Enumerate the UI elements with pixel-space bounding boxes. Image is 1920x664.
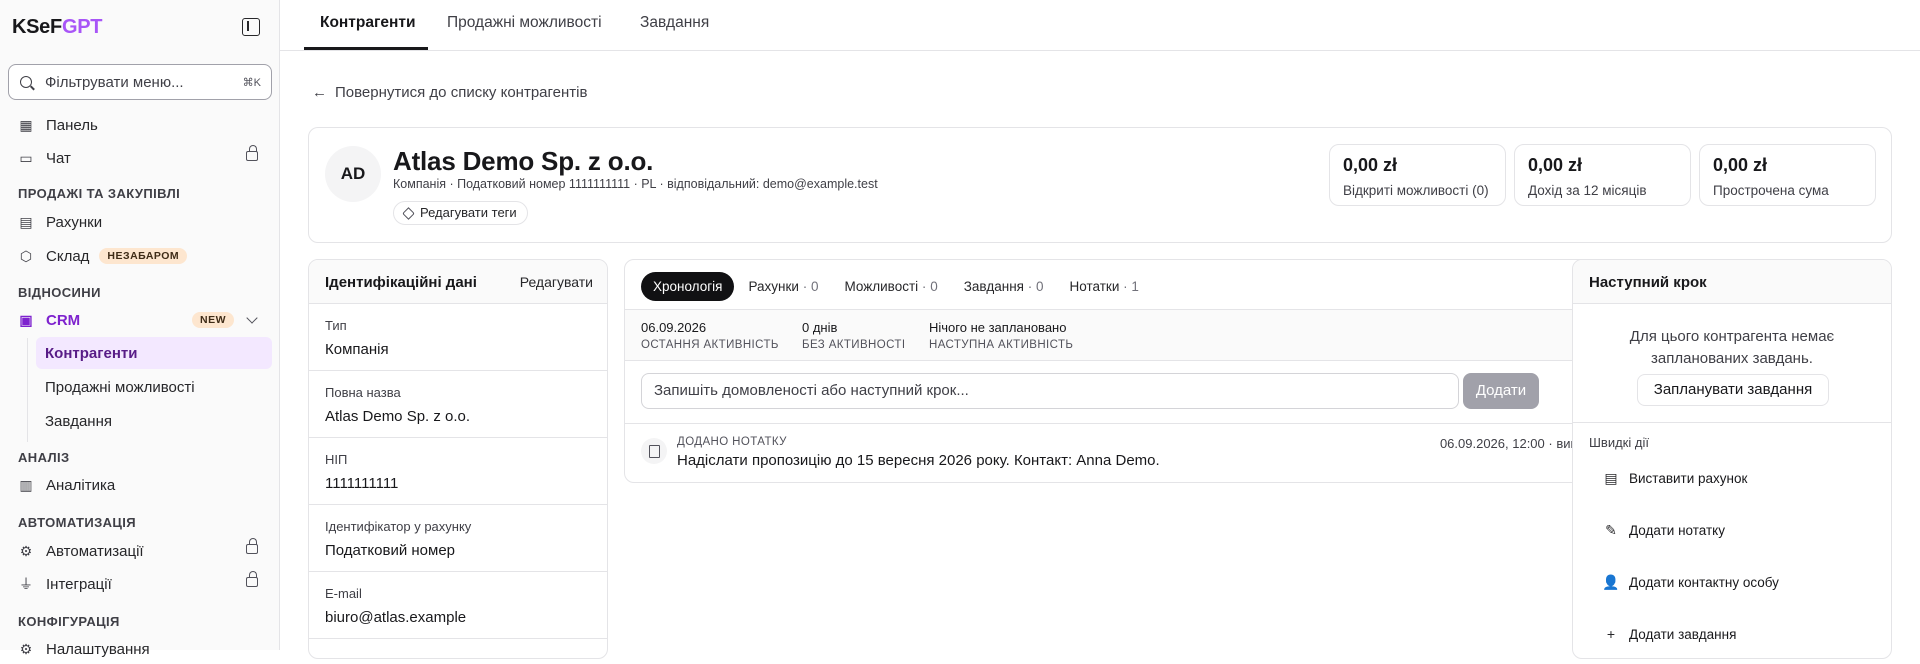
field-nip: НІП 1111111111 [309, 438, 607, 505]
next-activity: Нічого не заплановано НАСТУПНА АКТИВНІСТ… [929, 320, 1074, 351]
entry-kind: ДОДАНО НОТАТКУ [677, 436, 787, 448]
identity-card: Ідентифікаційні дані Редагувати Тип Комп… [308, 259, 608, 659]
shortcut-hint: ⌘K [242, 77, 261, 89]
pencil-icon: ✎ [1605, 521, 1617, 538]
add-user-icon: 👤 [1602, 573, 1620, 590]
section-label-relations: ВІДНОСИНИ [18, 285, 101, 300]
days-inactive: 0 днів БЕЗ АКТИВНОСТІ [802, 320, 906, 351]
last-activity: 06.09.2026 ОСТАННЯ АКТИВНІСТЬ [641, 320, 779, 351]
sidebar-item-integrations[interactable]: ⏚ Інтеграції [10, 569, 272, 599]
contractor-meta: Компанія · Податковий номер 1111111111 ·… [393, 177, 878, 191]
bar-chart-icon: ▥ [19, 476, 33, 493]
tab-invoices[interactable]: Рахунки · 0 [748, 279, 818, 294]
sidebar-item-automations[interactable]: ⚙ Автоматизації [10, 536, 272, 566]
quick-action-contact[interactable]: 👤 Додати контактну особу [1602, 573, 1779, 590]
next-step-header: Наступний крок [1573, 260, 1891, 304]
identity-card-header: Ідентифікаційні дані Редагувати [309, 260, 607, 304]
section-label-automation: АВТОМАТИЗАЦІЯ [18, 515, 137, 530]
add-note-button[interactable]: Додати [1463, 373, 1539, 409]
plug-icon: ⏚ [19, 576, 33, 592]
workflow-icon: ⚙ [19, 542, 33, 559]
next-step-empty-text: Для цього контрагента немає запланованих… [1629, 328, 1835, 367]
back-to-list-link[interactable]: ← Повернутися до списку контрагентів [312, 84, 587, 101]
chat-icon: ▭ [19, 149, 33, 166]
sidebar-subitem-tasks[interactable]: Завдання [36, 405, 272, 437]
settings-icon: ⚙ [19, 640, 33, 657]
menu-filter-input[interactable]: Фільтрувати меню... ⌘K [8, 64, 272, 100]
sidebar-item-chat[interactable]: ▭ Чат [10, 143, 272, 173]
grid-icon: ▦ [19, 116, 33, 133]
lock-icon [246, 538, 258, 554]
entry-text: Надіслати пропозицію до 15 вересня 2026 … [677, 452, 1160, 469]
document-icon: ▤ [19, 213, 33, 230]
field-type: Тип Компанія [309, 304, 607, 371]
divider [1573, 422, 1891, 423]
page-title: Atlas Demo Sp. z o.o. [393, 146, 654, 176]
tab-notes[interactable]: Нотатки · 1 [1070, 279, 1139, 294]
sidebar: KSeFGPT Фільтрувати меню... ⌘K ▦ Панель … [0, 0, 280, 658]
quick-action-invoice[interactable]: ▤ Виставити рахунок [1603, 470, 1747, 486]
document-icon: ▤ [1604, 469, 1618, 486]
sidebar-item-warehouse[interactable]: ⬡ Склад НЕЗАБАРОМ [10, 241, 272, 271]
next-step-card: Наступний крок Для цього контрагента нем… [1572, 259, 1892, 659]
active-tab-indicator [304, 47, 428, 50]
schedule-task-button[interactable]: Запланувати завдання [1637, 374, 1829, 406]
sidebar-item-panel[interactable]: ▦ Панель [10, 110, 272, 140]
box-icon: ⬡ [19, 247, 33, 264]
search-icon [20, 76, 32, 88]
note-input[interactable]: Запишіть домовленості або наступний крок… [641, 373, 1459, 409]
sidebar-subitem-opportunities[interactable]: Продажні можливості [36, 371, 272, 403]
top-tabs: Контрагенти Продажні можливості Завдання [280, 0, 1920, 51]
stat-overdue: 0,00 zł Прострочена сума [1699, 144, 1876, 206]
field-invoice-identifier: Ідентифікатор у рахунку Податковий номер [309, 505, 607, 572]
tab-contractors[interactable]: Контрагенти [320, 14, 416, 32]
sidebar-item-settings[interactable]: ⚙ Налаштування [10, 634, 272, 664]
tag-icon [402, 207, 415, 220]
tab-timeline[interactable]: Хронологія [641, 271, 735, 301]
section-label-config: КОНФІГУРАЦІЯ [18, 614, 120, 629]
sidebar-item-analytics[interactable]: ▥ Аналітика [10, 470, 272, 500]
lock-icon [246, 571, 258, 587]
avatar: AD [325, 146, 381, 202]
soon-badge: НЕЗАБАРОМ [99, 248, 188, 264]
quick-action-task[interactable]: + Додати завдання [1603, 626, 1737, 642]
edit-identity-button[interactable]: Редагувати [520, 274, 593, 290]
section-label-analysis: АНАЛІЗ [18, 450, 70, 465]
field-email: E-mail biuro@atlas.example [309, 572, 607, 639]
sidebar-collapse-icon[interactable] [242, 18, 260, 36]
chevron-down-icon [246, 312, 258, 324]
quick-action-note[interactable]: ✎ Додати нотатку [1603, 522, 1725, 538]
stat-open-opportunities: 0,00 zł Відкриті можливості (0) [1329, 144, 1506, 206]
new-badge: NEW [192, 312, 234, 328]
contacts-icon: ▣ [19, 311, 33, 328]
arrow-left-icon: ← [312, 84, 327, 101]
sidebar-subitem-contractors[interactable]: Контрагенти [36, 337, 272, 369]
tab-tasks[interactable]: Завдання · 0 [964, 279, 1044, 294]
app-logo[interactable]: KSeFGPT [12, 16, 102, 39]
lock-icon [246, 145, 258, 161]
contractor-header: AD Atlas Demo Sp. z o.o. Компанія · Пода… [308, 127, 1892, 243]
submenu-rail [27, 338, 28, 442]
section-label-sales: ПРОДАЖІ ТА ЗАКУПІВЛІ [18, 186, 181, 201]
tab-tasks[interactable]: Завдання [640, 14, 709, 32]
quick-actions-label: Швидкі дії [1589, 435, 1649, 450]
sidebar-item-invoices[interactable]: ▤ Рахунки [10, 207, 272, 237]
field-full-name: Повна назва Atlas Demo Sp. z o.o. [309, 371, 607, 438]
plus-icon: + [1606, 626, 1616, 642]
note-icon [641, 438, 667, 464]
tab-opportunities[interactable]: Продажні можливості [447, 14, 602, 32]
stat-revenue-12m: 0,00 zł Дохід за 12 місяців [1514, 144, 1691, 206]
timeline-tabs: Хронологія Рахунки · 0 Можливості · 0 За… [641, 269, 1165, 303]
sidebar-item-crm[interactable]: ▣ CRM NEW [10, 305, 272, 335]
edit-tags-button[interactable]: Редагувати теги [393, 201, 528, 225]
tab-opportunities[interactable]: Можливості · 0 [844, 279, 937, 294]
